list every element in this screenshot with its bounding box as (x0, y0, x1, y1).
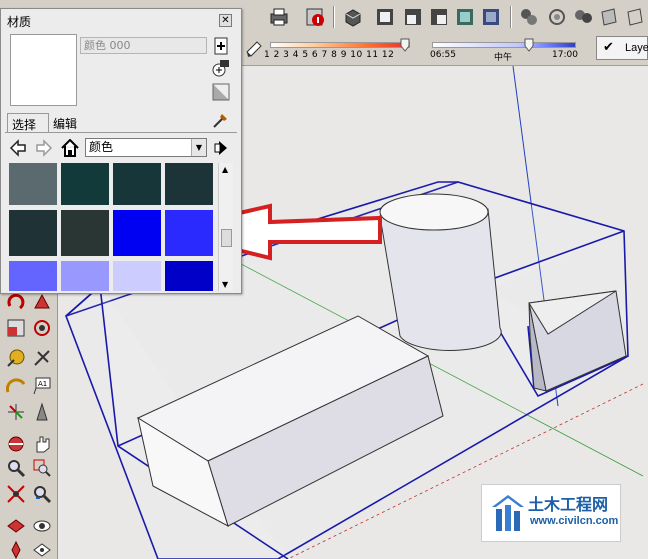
cylinder (379, 193, 502, 351)
top-view-icon[interactable] (374, 6, 396, 28)
hidden-line-icon[interactable] (572, 6, 594, 28)
3d-text-icon[interactable] (32, 402, 52, 422)
materials-panel: 材质 ✕ 颜色 000 选择 编辑 颜色 ▼ ▲ ▼ (0, 8, 242, 294)
axes-icon[interactable] (6, 402, 26, 422)
material-swatch[interactable] (9, 163, 57, 205)
print-icon[interactable] (268, 6, 290, 28)
protractor-icon[interactable] (5, 376, 26, 396)
shaded-icon[interactable] (598, 6, 620, 28)
rotate-icon[interactable] (6, 292, 26, 312)
material-swatch[interactable] (113, 210, 161, 256)
sample-paint-icon[interactable] (212, 111, 230, 129)
zoom-icon[interactable] (6, 458, 26, 478)
details-icon[interactable] (213, 139, 231, 157)
material-swatch[interactable] (165, 261, 213, 291)
tab-select[interactable]: 选择 (7, 113, 49, 133)
previous-view-icon[interactable] (32, 484, 52, 504)
orbit-icon[interactable] (6, 434, 26, 454)
layer-dropdown[interactable]: ✔ Laye (596, 36, 648, 60)
section-plane-icon[interactable] (32, 540, 52, 559)
shadow-time-slider[interactable]: 06:55 中午 17:00 (428, 34, 580, 63)
time-end: 17:00 (552, 50, 578, 60)
wireframe-icon[interactable] (546, 6, 568, 28)
material-name-field[interactable]: 颜色 000 (80, 37, 207, 54)
left-tool-palette: A1 (0, 290, 58, 559)
left-view-icon[interactable] (480, 6, 502, 28)
zoom-extents-icon[interactable] (6, 484, 26, 504)
follow-me-icon[interactable] (32, 292, 52, 312)
watermark-url: www.civilcn.com (530, 515, 619, 527)
walk-icon[interactable] (6, 540, 26, 559)
iso-view-icon[interactable] (342, 6, 364, 28)
dimension-icon[interactable] (32, 348, 52, 368)
pan-icon[interactable] (32, 434, 52, 454)
zoom-window-icon[interactable] (32, 458, 52, 478)
text-icon[interactable]: A1 (32, 376, 52, 396)
watermark-logo-icon (492, 495, 524, 531)
tab-edit[interactable]: 编辑 (49, 113, 93, 133)
material-tabs: 选择 编辑 (7, 113, 97, 133)
check-icon: ✔ (603, 40, 614, 55)
material-library-icon[interactable] (212, 59, 230, 77)
scale-icon[interactable] (6, 318, 26, 338)
material-swatch-grid (9, 163, 217, 291)
offset-icon[interactable] (32, 318, 52, 338)
close-icon[interactable]: ✕ (219, 14, 232, 27)
shadow-month-ticks: 1 2 3 4 5 6 7 8 9 10 11 12 (264, 50, 395, 60)
material-swatch[interactable] (9, 261, 57, 291)
material-preview (10, 34, 77, 106)
right-view-icon[interactable] (428, 6, 450, 28)
material-swatch[interactable] (165, 210, 213, 256)
material-swatch[interactable] (61, 210, 109, 256)
material-swatch[interactable] (113, 163, 161, 205)
time-start: 06:55 (430, 50, 456, 60)
material-swatch[interactable] (61, 163, 109, 205)
library-nav: 颜色 ▼ (9, 137, 235, 159)
watermark-title: 土木工程网 (528, 495, 609, 514)
front-view-icon[interactable] (402, 6, 424, 28)
panel-title: 材质 (7, 15, 32, 29)
material-swatch[interactable] (165, 163, 213, 205)
watermark: 土木工程网 www.civilcn.com (481, 484, 621, 542)
look-around-icon[interactable] (32, 516, 52, 536)
shadow-date-slider[interactable]: 1 2 3 4 5 6 7 8 9 10 11 12 (262, 34, 418, 62)
tape-measure-icon[interactable] (6, 348, 26, 368)
material-swatch[interactable] (61, 261, 109, 291)
xray-icon[interactable] (518, 6, 540, 28)
swatch-scrollbar[interactable]: ▲ ▼ (218, 163, 233, 291)
layer-label: Laye (625, 42, 648, 54)
scroll-up-icon[interactable]: ▲ (222, 165, 228, 174)
create-material-icon[interactable] (212, 37, 230, 55)
forward-icon[interactable] (35, 139, 53, 157)
wedge (528, 290, 627, 392)
back-view-icon[interactable] (454, 6, 476, 28)
chevron-down-icon: ▼ (191, 139, 206, 156)
back-icon[interactable] (9, 139, 27, 157)
default-material-icon[interactable] (212, 83, 230, 101)
scroll-down-icon[interactable]: ▼ (222, 280, 228, 289)
model-info-icon[interactable] (304, 6, 326, 28)
home-icon[interactable] (61, 138, 79, 157)
position-camera-icon[interactable] (6, 516, 26, 536)
library-dropdown[interactable]: 颜色 ▼ (85, 138, 207, 157)
time-noon: 中午 (494, 53, 513, 63)
monochrome-icon[interactable] (624, 6, 646, 28)
library-name: 颜色 (89, 140, 114, 154)
material-swatch[interactable] (9, 210, 57, 256)
material-swatch[interactable] (113, 261, 161, 291)
svg-text:A1: A1 (38, 380, 47, 388)
